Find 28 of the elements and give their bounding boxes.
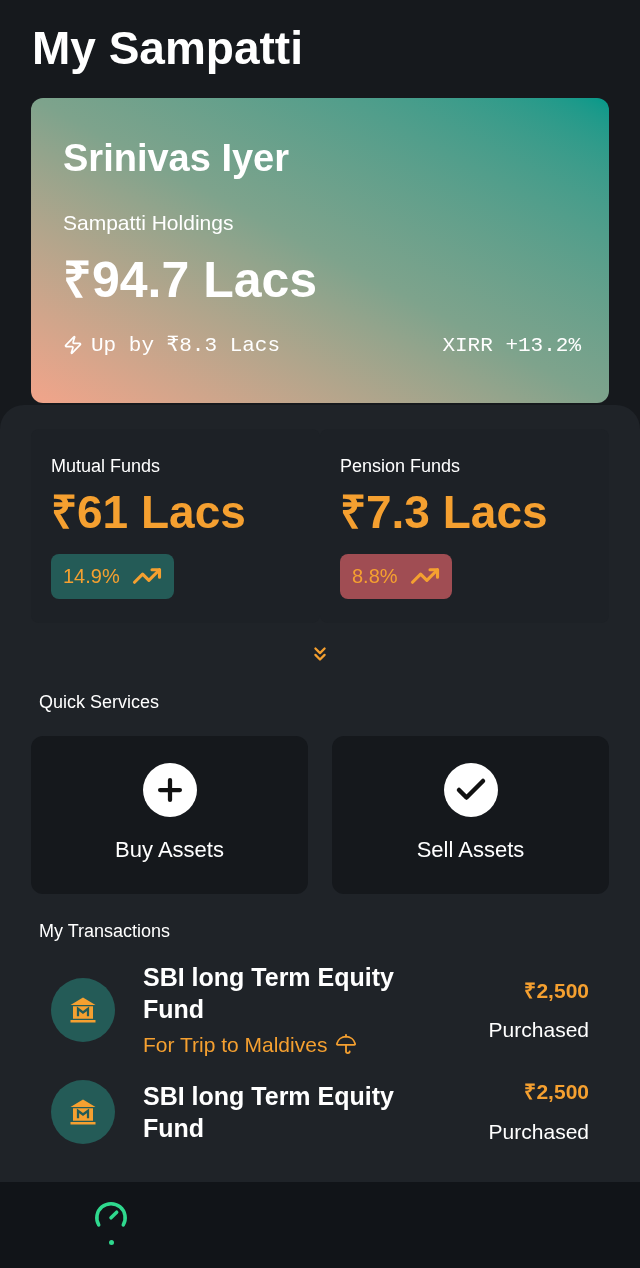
plus-icon (142, 763, 197, 817)
holdings-label: Sampatti Holdings (63, 210, 234, 236)
return-text: 14.9% (63, 564, 120, 589)
bank-icon (68, 995, 98, 1026)
transaction-status: Purchased (488, 1118, 589, 1145)
fund-label: Mutual Funds (51, 455, 161, 478)
fund-label: Pension Funds (340, 455, 461, 478)
service-button[interactable]: Sell Assets (332, 735, 609, 894)
xirr-text: XIRR +13.2% (442, 332, 581, 359)
holdings-amount: ₹94.7 Lacs (63, 250, 318, 310)
transaction-amount: ₹2,500 (524, 1079, 589, 1105)
section-title: Quick Services (38, 690, 161, 714)
fund-amount: ₹7.3 Lacs (340, 485, 548, 540)
transaction-status: Purchased (488, 1017, 589, 1044)
gain-text: Up by ₹8.3 Lacs (91, 332, 281, 359)
check-icon (443, 763, 498, 817)
return-text: 8.8% (352, 564, 398, 589)
section-title: My Transactions (38, 919, 172, 943)
holder-name: Srinivas Iyer (63, 136, 290, 181)
fund-name[interactable]: SBI long Term Equity Fund (143, 1079, 433, 1144)
lightning-icon (63, 335, 83, 356)
transaction-amount: ₹2,500 (524, 977, 589, 1004)
fund-name[interactable]: SBI long Term Equity Fund (143, 960, 433, 1025)
umbrella-icon (335, 1033, 358, 1056)
transaction-note: For Trip to Maldives (143, 1031, 328, 1058)
service-button[interactable]: Buy Assets (31, 735, 308, 894)
fund-amount: ₹61 Lacs (51, 485, 246, 540)
page-title: My Sampatti (31, 21, 304, 76)
